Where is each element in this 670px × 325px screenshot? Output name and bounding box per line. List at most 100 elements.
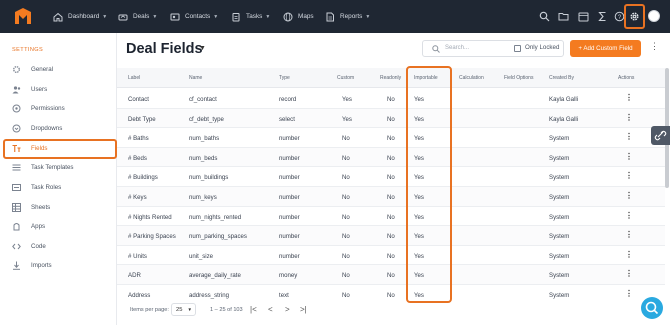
row-actions-icon[interactable]: ⋮ <box>625 94 633 102</box>
sheet-icon <box>12 203 21 212</box>
search-icon[interactable] <box>539 11 550 22</box>
table-cell: No <box>387 194 395 201</box>
help-chat-button[interactable] <box>641 297 663 319</box>
table-cell: No <box>342 194 350 201</box>
row-actions-icon[interactable]: ⋮ <box>625 172 633 180</box>
table-cell: # Units <box>128 252 147 260</box>
sidebar-item-label: Sheets <box>31 204 51 211</box>
row-actions-icon[interactable]: ⋮ <box>625 270 633 278</box>
table-cell: Contact <box>128 96 150 103</box>
sidebar-item-imports[interactable]: Imports <box>0 256 117 275</box>
column-header[interactable]: Name <box>189 75 202 81</box>
calendar-icon[interactable] <box>578 11 589 22</box>
table-cell: cf_contact <box>189 96 217 103</box>
table-header: Label Name Type Custom Readonly Importab… <box>117 68 665 88</box>
table-cell: record <box>279 96 297 103</box>
sidebar-item-label: Task Templates <box>31 164 74 171</box>
nav-label: Deals <box>133 13 150 20</box>
sidebar-item-code[interactable]: Code <box>0 237 117 256</box>
report-icon <box>326 12 334 21</box>
table-cell: cf_debt_type <box>189 115 224 123</box>
column-header[interactable]: Type <box>279 75 290 81</box>
chevron-down-icon: ▼ <box>152 13 158 20</box>
nav-tasks[interactable]: Tasks ▼ <box>231 0 270 33</box>
table-row[interactable]: Debt Type cf_debt_type select Yes No Yes Kayla… <box>117 108 665 129</box>
table-cell: System <box>549 252 570 260</box>
table-cell: System <box>549 213 570 221</box>
items-per-page-label: Items per page: <box>130 307 169 313</box>
chevron-down-icon: ▼ <box>365 13 371 20</box>
sigma-icon[interactable] <box>597 11 608 22</box>
table-row[interactable]: # Units unit_size number No No Yes System ⋮ <box>117 246 665 266</box>
column-header[interactable]: Actions <box>618 75 634 81</box>
table-cell: Kayla Galli <box>549 96 579 103</box>
table-row[interactable]: Address address_string text No No Yes System ⋮ <box>117 285 665 300</box>
table-row[interactable]: ADR average_daily_rate money No No Yes System ⋮ <box>117 265 665 285</box>
table-row[interactable]: # Nights Rented num_nights_rented number No… <box>117 207 665 227</box>
table-cell: # Buildings <box>128 174 158 182</box>
row-actions-icon[interactable]: ⋮ <box>625 113 633 122</box>
column-header[interactable]: Created By <box>549 75 574 81</box>
row-actions-icon[interactable]: ⋮ <box>625 231 633 239</box>
table-cell: No <box>342 292 350 299</box>
chevron-down-icon[interactable]: ▼ <box>199 45 206 52</box>
gear-icon <box>13 66 20 73</box>
first-page-button[interactable]: |< <box>250 305 257 314</box>
sidebar-item-apps[interactable]: Apps <box>0 217 117 236</box>
sidebar-item-task-roles[interactable]: Task Roles <box>0 178 117 197</box>
only-locked-checkbox[interactable] <box>514 45 521 52</box>
column-header[interactable]: Field Options <box>504 75 533 81</box>
sidebar-item-permissions[interactable]: Permissions <box>0 99 117 118</box>
table-row[interactable]: # Beds num_beds number No No Yes System ⋮ <box>117 147 665 168</box>
sidebar-item-general[interactable]: General <box>0 60 117 79</box>
nav-maps[interactable]: Maps <box>283 0 314 33</box>
last-page-button[interactable]: >| <box>300 305 307 314</box>
sidebar-item-users[interactable]: Users <box>0 80 117 99</box>
table-cell: No <box>342 154 350 162</box>
sidebar-item-dropdowns[interactable]: Dropdowns <box>0 119 117 138</box>
row-actions-icon[interactable]: ⋮ <box>625 211 633 220</box>
table-row[interactable]: # Buildings num_buildings number No No Yes Sys… <box>117 167 665 187</box>
avatar[interactable] <box>648 10 660 22</box>
row-actions-icon[interactable]: ⋮ <box>625 133 633 141</box>
table-row[interactable]: Contact cf_contact record Yes No Yes Kayla Gal… <box>117 89 665 109</box>
next-page-button[interactable]: > <box>285 305 290 314</box>
side-tool-button[interactable] <box>651 126 670 145</box>
nav-dashboard[interactable]: Dashboard ▼ <box>53 0 107 33</box>
table-cell: money <box>279 272 298 280</box>
nav-label: Maps <box>298 13 314 20</box>
row-actions-icon[interactable]: ⋮ <box>625 152 633 161</box>
row-actions-icon[interactable]: ⋮ <box>625 250 633 259</box>
sidebar-item-task-templates[interactable]: Task Templates <box>0 158 117 177</box>
table-row[interactable]: # Keys num_keys number No No Yes System ⋮ <box>117 187 665 207</box>
add-custom-field-button[interactable]: + Add Custom Field <box>570 40 641 57</box>
table-cell: No <box>387 154 395 162</box>
table-row[interactable]: # Parking Spaces num_parking_spaces number… <box>117 226 665 246</box>
row-actions-icon[interactable]: ⋮ <box>625 192 633 200</box>
nav-contacts[interactable]: Contacts ▼ <box>170 0 218 33</box>
fields-highlight <box>3 139 117 159</box>
import-icon <box>13 261 20 270</box>
column-header[interactable]: Label <box>128 75 140 81</box>
sidebar-item-label: Imports <box>31 262 52 269</box>
chevron-down-icon: ▼ <box>265 13 271 20</box>
app-logo[interactable] <box>13 7 33 26</box>
nav-reports[interactable]: Reports ▼ <box>325 0 370 33</box>
table-row[interactable]: # Baths num_baths number No No Yes System ⋮ <box>117 128 665 148</box>
table-cell: No <box>387 252 395 260</box>
sidebar-item-sheets[interactable]: Sheets <box>0 198 117 217</box>
table-cell: No <box>387 96 395 103</box>
prev-page-button[interactable]: < <box>268 305 273 314</box>
items-per-page-select[interactable]: 25 ▼ <box>171 303 196 316</box>
column-header[interactable]: Calculation <box>459 75 484 81</box>
table-cell: No <box>342 174 350 182</box>
column-header[interactable]: Readonly <box>380 75 401 81</box>
more-options-icon[interactable]: ⋮ <box>650 42 659 51</box>
table-cell: System <box>549 174 570 182</box>
chevron-down-icon: ▼ <box>187 307 192 312</box>
column-header[interactable]: Custom <box>337 75 354 81</box>
table-cell: No <box>387 115 395 123</box>
row-actions-icon[interactable]: ⋮ <box>625 290 633 298</box>
nav-deals[interactable]: Deals ▼ <box>118 0 157 33</box>
folder-icon[interactable] <box>558 11 569 22</box>
